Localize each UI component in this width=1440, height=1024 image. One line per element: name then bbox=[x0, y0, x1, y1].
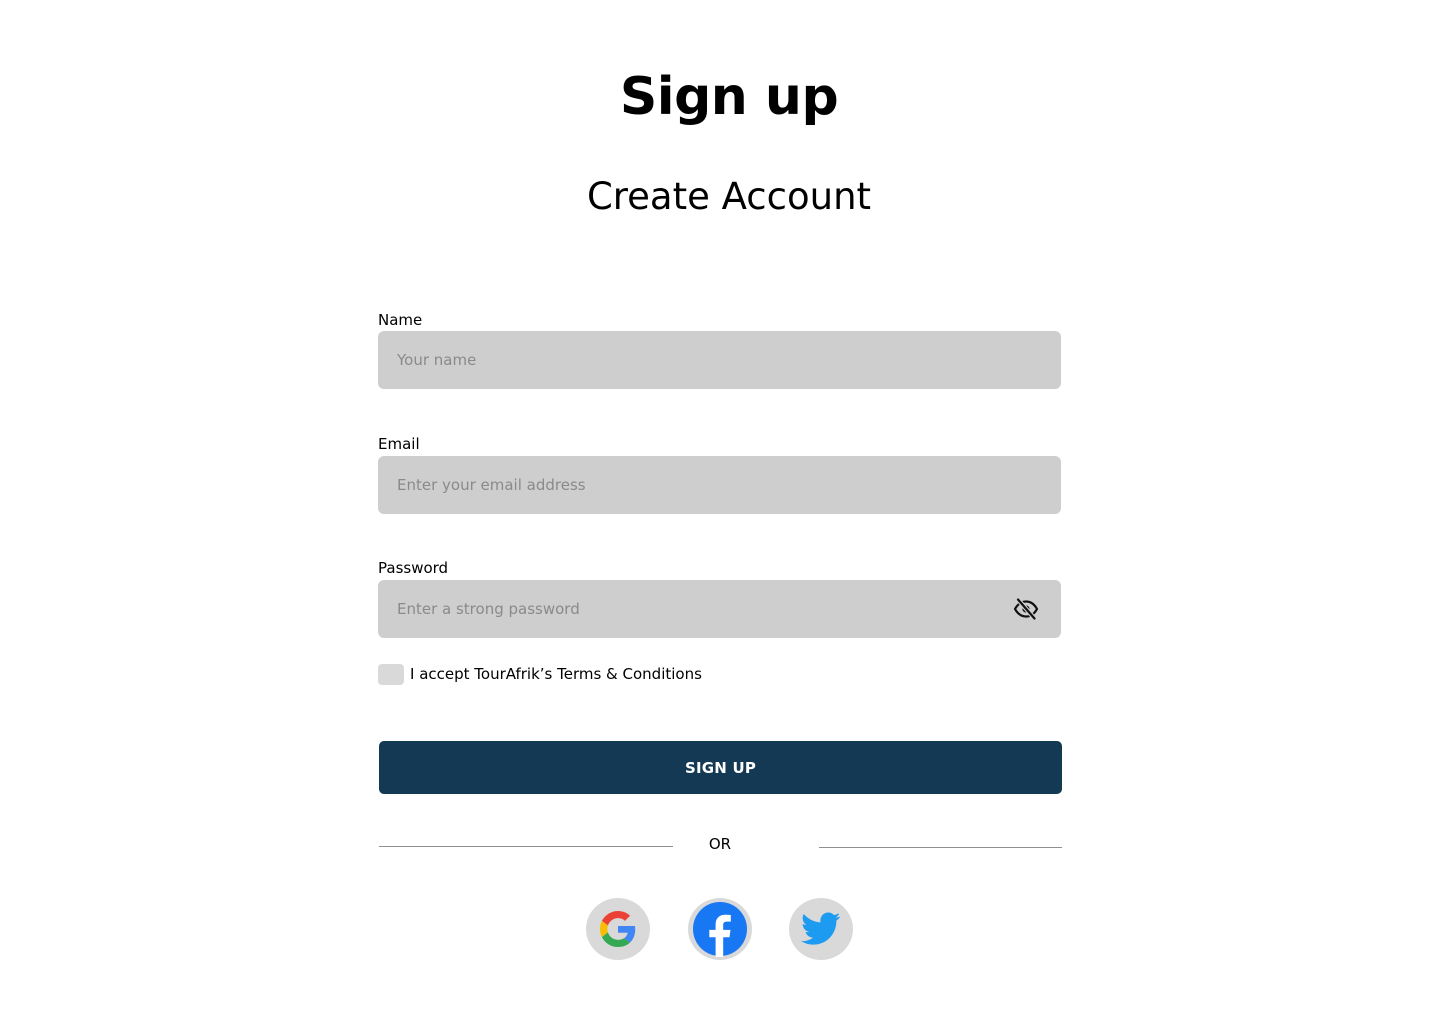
email-label: Email bbox=[378, 435, 420, 453]
page-subtitle: Create Account bbox=[586, 175, 872, 218]
page-title: Sign up bbox=[619, 67, 839, 127]
facebook-icon bbox=[692, 901, 748, 957]
email-field-container bbox=[378, 456, 1061, 514]
terms-checkbox[interactable] bbox=[378, 663, 404, 685]
name-input[interactable] bbox=[378, 331, 1061, 389]
divider-line-right bbox=[819, 847, 1062, 848]
eye-slash-icon[interactable] bbox=[1013, 597, 1039, 621]
name-label: Name bbox=[378, 311, 423, 329]
twitter-signup-button[interactable] bbox=[789, 898, 853, 960]
divider-or-label: OR bbox=[708, 835, 732, 853]
divider-line-left bbox=[379, 846, 673, 847]
password-label: Password bbox=[378, 559, 449, 577]
google-signup-button[interactable] bbox=[586, 898, 650, 960]
terms-row: I accept TourAfrik’s Terms & Conditions bbox=[378, 663, 702, 685]
google-icon bbox=[600, 911, 636, 947]
twitter-icon bbox=[801, 912, 841, 946]
email-input[interactable] bbox=[378, 456, 1061, 514]
facebook-signup-button[interactable] bbox=[688, 898, 752, 960]
signup-button[interactable]: SIGN UP bbox=[379, 741, 1062, 794]
terms-label: I accept TourAfrik’s Terms & Conditions bbox=[410, 665, 702, 683]
name-field-container bbox=[378, 331, 1061, 389]
password-input[interactable] bbox=[378, 580, 1061, 638]
password-field-container bbox=[378, 580, 1061, 638]
